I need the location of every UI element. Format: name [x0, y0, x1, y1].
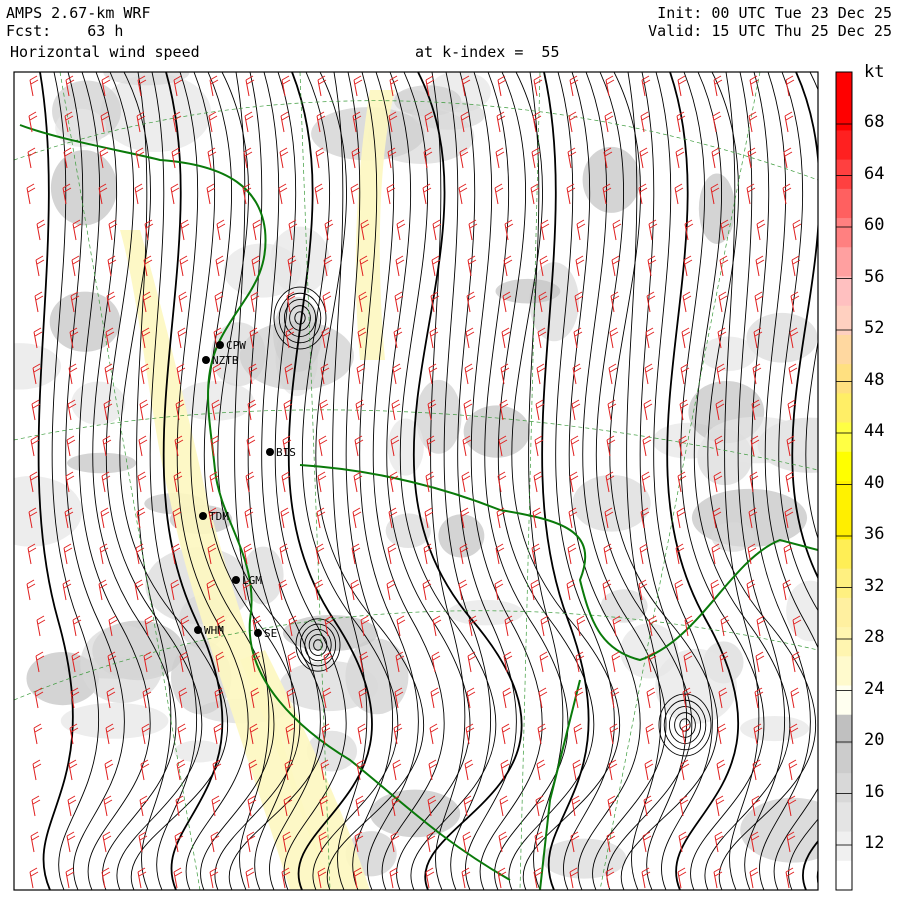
- station-dot: [266, 448, 274, 456]
- colorbar-swatch: [836, 364, 852, 394]
- field-name: Horizontal wind speed: [10, 43, 200, 61]
- colorbar-swatch: [836, 101, 852, 131]
- colorbar-swatch: [836, 159, 852, 190]
- station-dot: [199, 512, 207, 520]
- shade-patch: [50, 150, 118, 226]
- colorbar-swatch: [836, 130, 852, 161]
- colorbar: [835, 71, 853, 891]
- colorbar-swatch: [836, 714, 852, 745]
- colorbar-swatch: [836, 422, 852, 453]
- shade-patch: [387, 418, 424, 476]
- colorbar-swatch: [836, 831, 852, 862]
- station-label: LGM: [242, 574, 262, 587]
- forecast-hour: Fcst: 63 h: [6, 22, 124, 40]
- station-label: WHM: [204, 624, 224, 637]
- vertical-level: at k-index = 55: [415, 43, 560, 61]
- plot-background: [14, 72, 818, 890]
- colorbar-swatch: [836, 773, 852, 803]
- station-dot: [254, 629, 262, 637]
- colorbar-swatch: [836, 218, 852, 248]
- colorbar-label: 24: [864, 678, 885, 699]
- model-title: AMPS 2.67-km WRF: [6, 4, 151, 22]
- colorbar-unit: kt: [864, 62, 885, 82]
- colorbar-label: 44: [864, 421, 885, 441]
- station-dot: [202, 356, 210, 364]
- station-dot: [216, 341, 224, 349]
- station-dot: [232, 576, 240, 584]
- shade-patch: [103, 72, 190, 86]
- colorbar-swatch: [836, 72, 852, 102]
- colorbar-swatch: [836, 188, 852, 219]
- colorbar-swatch: [836, 743, 852, 774]
- shade-patch: [740, 797, 818, 863]
- station-label: SE: [264, 627, 277, 640]
- colorbar-swatch: [836, 860, 852, 891]
- colorbar-label: 32: [864, 575, 885, 596]
- colorbar-swatch: [836, 568, 852, 599]
- colorbar-label: 36: [864, 524, 885, 544]
- colorbar-swatch: [836, 451, 852, 482]
- colorbar-label: 56: [864, 266, 885, 287]
- colorbar-label: 20: [864, 730, 885, 750]
- colorbar-label: 16: [864, 781, 885, 802]
- colorbar-label: 48: [864, 369, 885, 390]
- colorbar-swatch: [836, 305, 852, 336]
- colorbar-swatch: [836, 539, 852, 570]
- wind-map: CPW NZTB BIS TDM LGM WHM SE: [13, 71, 853, 891]
- colorbar-swatch: [836, 334, 852, 365]
- shade-patch: [174, 740, 224, 763]
- shade-patch: [740, 715, 810, 742]
- shade-patch: [463, 405, 530, 458]
- colorbar-swatch: [836, 802, 852, 833]
- shade-patch: [67, 452, 137, 474]
- colorbar-swatch: [836, 276, 852, 307]
- shade-patch: [711, 522, 755, 552]
- colorbar-label: 68: [864, 112, 885, 132]
- shade-patch: [411, 100, 485, 130]
- colorbar-label: 28: [864, 627, 885, 647]
- station-label: CPW: [226, 339, 246, 352]
- colorbar-label: 40: [864, 472, 885, 493]
- colorbar-swatch: [836, 247, 852, 277]
- colorbar-swatch: [836, 597, 852, 628]
- station-label: BIS: [276, 446, 296, 459]
- station-label: TDM: [209, 510, 229, 523]
- shade-patch: [582, 146, 641, 213]
- colorbar-swatch: [836, 510, 852, 540]
- init-time: Init: 00 UTC Tue 23 Dec 25: [657, 4, 892, 22]
- station-dot: [194, 626, 202, 634]
- valid-time: Valid: 15 UTC Thu 25 Dec 25: [648, 22, 892, 40]
- station-label: NZTB: [212, 354, 239, 367]
- shade-patch: [71, 381, 126, 425]
- shade-patch: [60, 702, 169, 739]
- colorbar-swatch: [836, 685, 852, 716]
- colorbar-label: 64: [864, 163, 885, 184]
- colorbar-swatch: [836, 393, 852, 424]
- colorbar-swatch: [836, 481, 852, 511]
- colorbar-label: 52: [864, 318, 885, 338]
- colorbar-swatch: [836, 656, 852, 686]
- colorbar-swatch: [836, 627, 852, 657]
- colorbar-label: 60: [864, 215, 885, 235]
- colorbar-label: 12: [864, 833, 885, 853]
